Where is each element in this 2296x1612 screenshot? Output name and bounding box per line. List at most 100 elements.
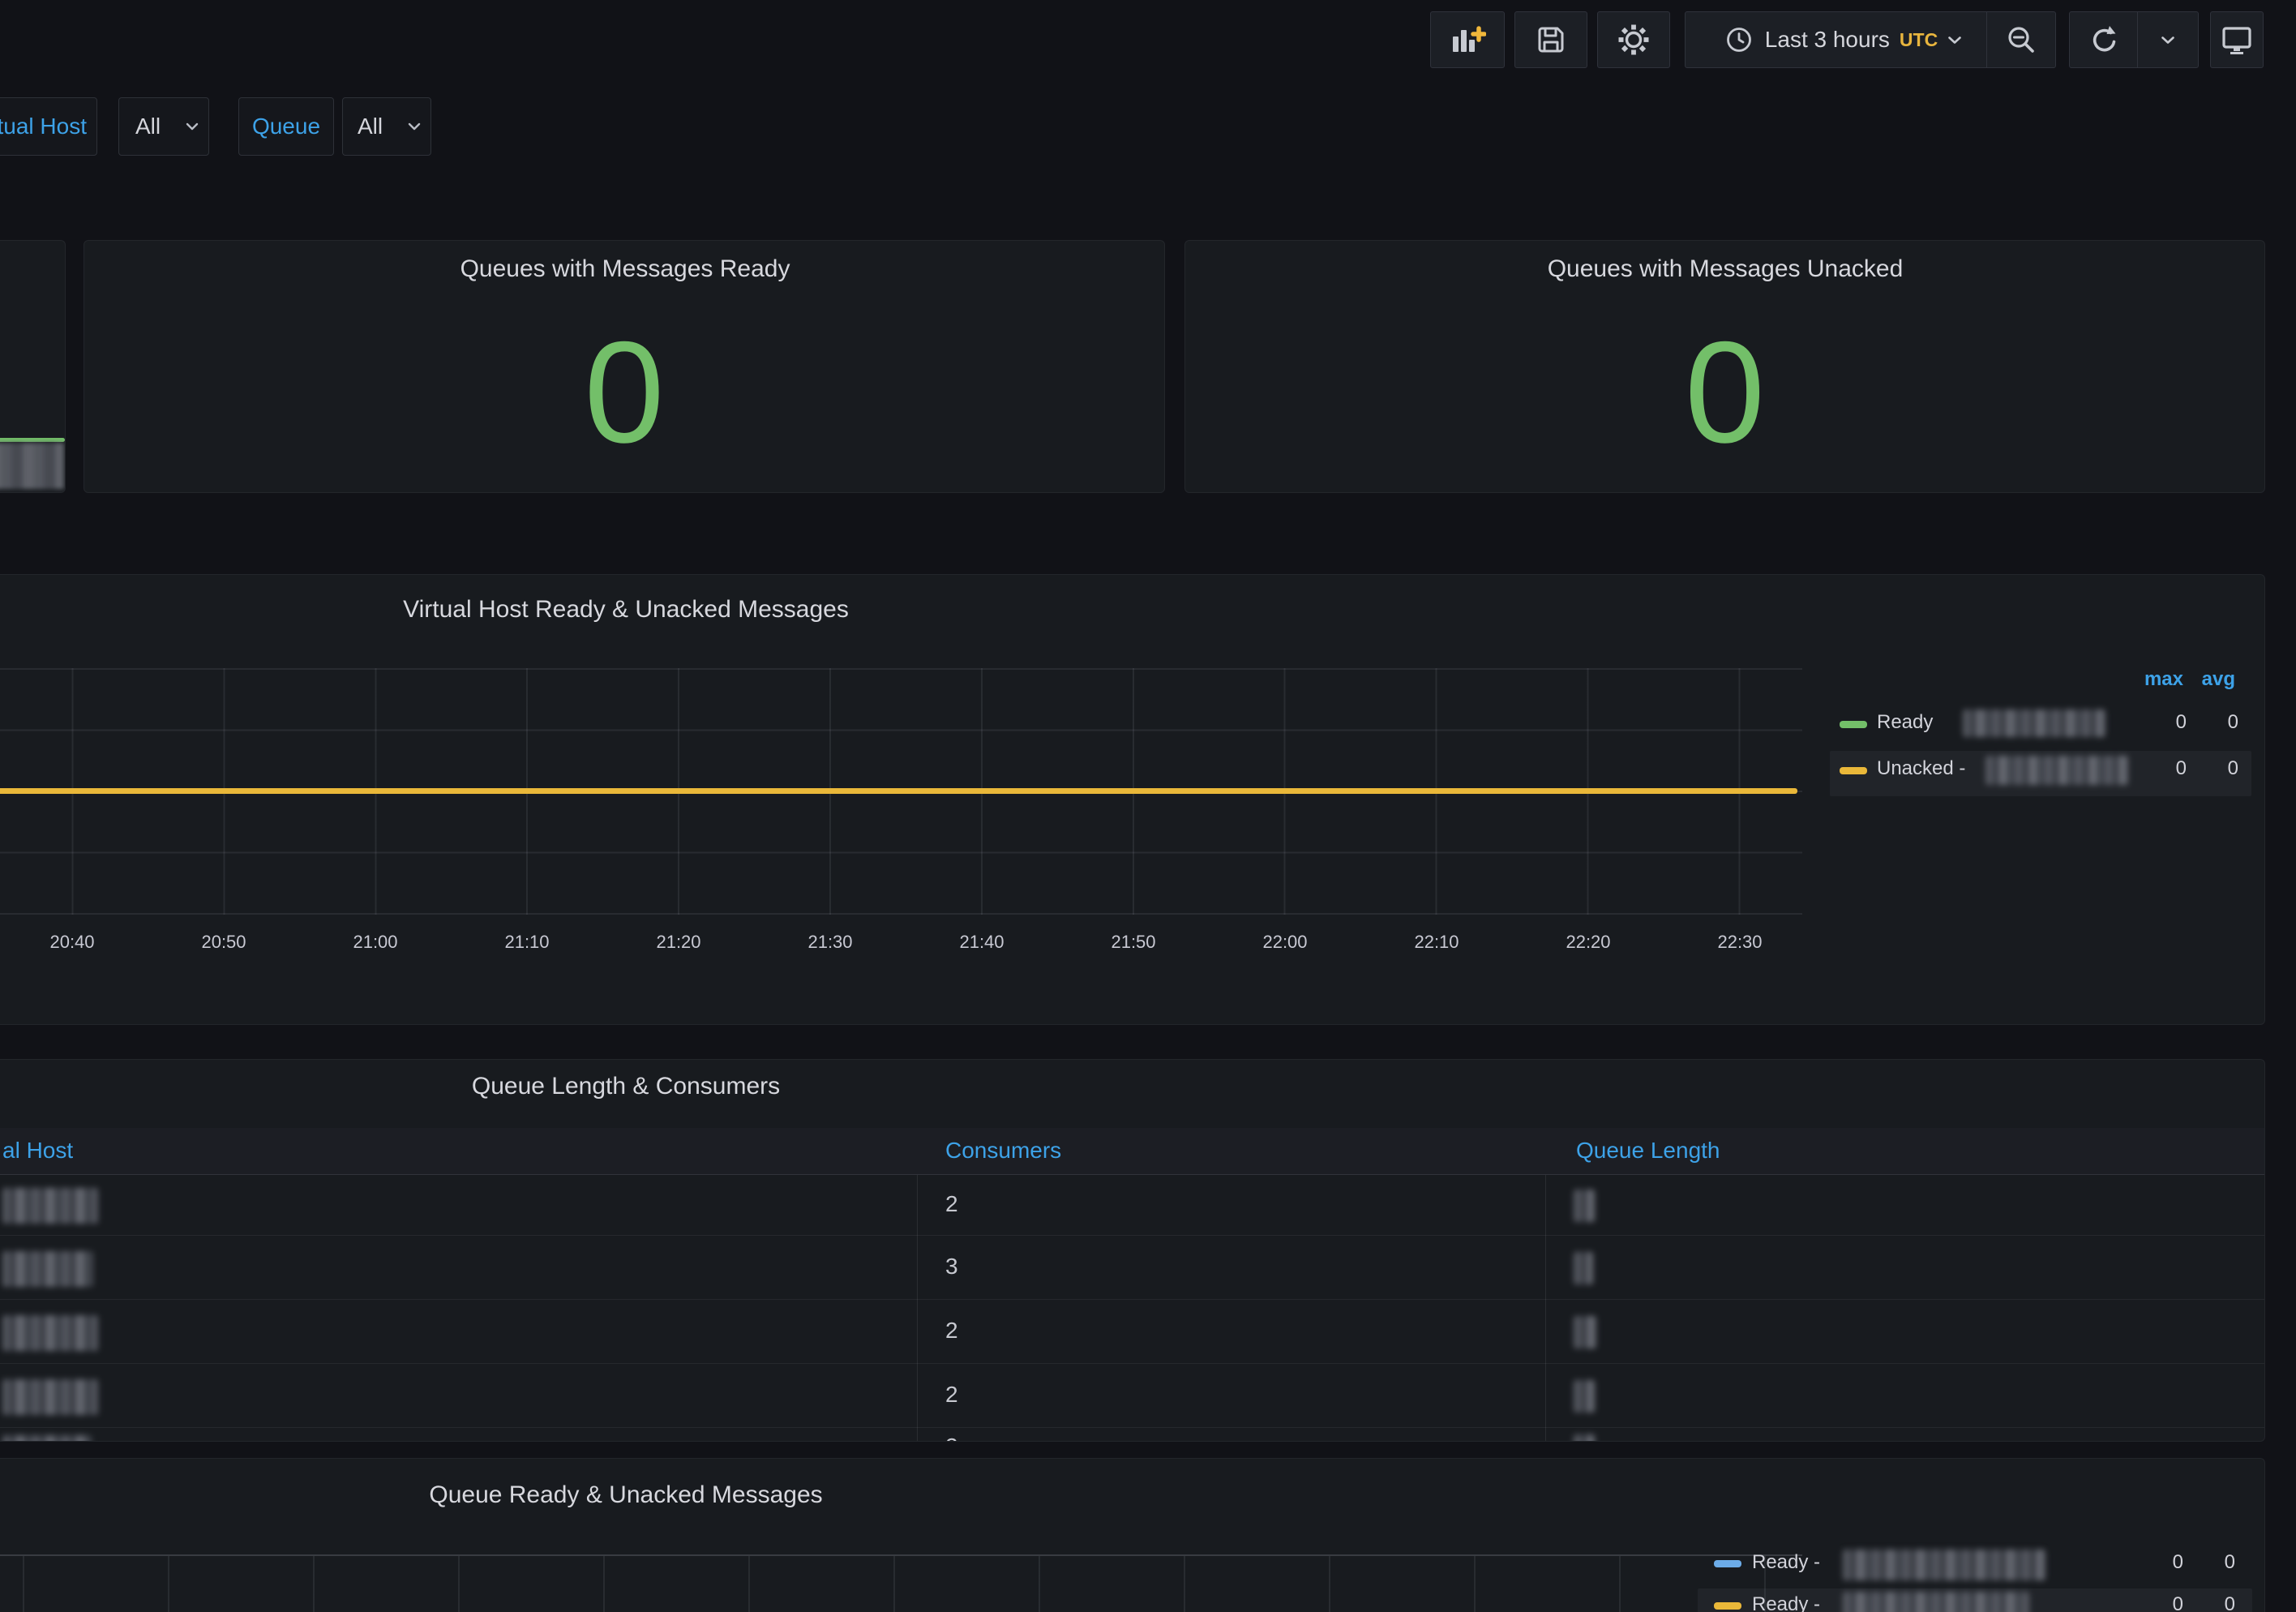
partial-stat-panel	[0, 240, 66, 493]
x-tick: 21:30	[807, 932, 852, 953]
legend-max-header[interactable]: max	[2144, 668, 2183, 691]
panel-title[interactable]: Queues with Messages Unacked	[1548, 255, 1904, 283]
consumers-cell: 2	[945, 1434, 958, 1442]
chevron-down-icon	[1947, 36, 1962, 45]
x-tick: 22:20	[1566, 932, 1610, 953]
legend-avg-header[interactable]: avg	[2202, 668, 2235, 691]
virtual-host-value: All	[135, 114, 161, 139]
virtual-host-variable-select[interactable]: All	[118, 97, 209, 156]
series-color-swatch	[1714, 1560, 1741, 1567]
zoom-out-time-button[interactable]	[1987, 12, 2055, 67]
save-dashboard-button[interactable]	[1514, 11, 1587, 68]
queue-table-panel: Queue Length & Consumers al Host Consume…	[0, 1059, 2265, 1442]
table-header-row: al Host Consumers Queue Length	[0, 1128, 2264, 1175]
cycle-view-mode-button[interactable]	[2210, 11, 2264, 68]
redacted-queue-length-cell	[1574, 1316, 1596, 1348]
redacted-queue-length-cell	[1574, 1434, 1595, 1442]
x-tick: 21:40	[959, 932, 1004, 953]
panel-title[interactable]: Queue Length & Consumers	[472, 1073, 780, 1100]
zoom-out-icon	[2005, 24, 2037, 56]
column-header-virtual-host[interactable]: al Host	[2, 1138, 73, 1164]
time-range-controls: Last 3 hours UTC	[1685, 11, 2056, 68]
queue-label-text: Queue	[252, 114, 320, 139]
legend-series-label[interactable]: Ready	[1877, 711, 1933, 734]
legend-avg-value: 0	[2228, 757, 2238, 780]
panel-title[interactable]: Queue Ready & Unacked Messages	[429, 1481, 822, 1509]
redacted-queue-length-cell	[1574, 1252, 1593, 1284]
redacted-series-name	[1985, 756, 2128, 785]
queue-value: All	[358, 114, 383, 139]
table-row[interactable]: 2	[0, 1301, 2264, 1364]
table-body: 2 3 2 2 2	[0, 1175, 2264, 1442]
table-row[interactable]: 2	[0, 1175, 2264, 1236]
dashboard-settings-button[interactable]	[1597, 11, 1670, 68]
queue-variable-select[interactable]: All	[342, 97, 431, 156]
time-range-picker[interactable]: Last 3 hours UTC	[1686, 12, 1986, 67]
chart-plot-area[interactable]	[0, 1556, 1802, 1612]
column-header-queue-length[interactable]: Queue Length	[1576, 1138, 1720, 1164]
legend-avg-value: 0	[2225, 1593, 2235, 1612]
series-color-swatch	[1840, 721, 1867, 728]
legend-max-value: 0	[2173, 1551, 2183, 1574]
column-header-consumers[interactable]: Consumers	[945, 1138, 1061, 1164]
x-tick: 22:10	[1414, 932, 1459, 953]
refresh-icon	[2087, 23, 2121, 57]
panel-title[interactable]: Queues with Messages Ready	[460, 255, 790, 283]
x-tick: 22:00	[1262, 932, 1307, 953]
x-tick: 20:40	[49, 932, 94, 953]
table-row-partial[interactable]: 2	[0, 1429, 2264, 1442]
chevron-down-icon	[408, 122, 421, 131]
virtual-host-label-text: rtual Host	[0, 114, 87, 139]
table-row[interactable]: 2	[0, 1365, 2264, 1428]
sparkline-green	[0, 438, 65, 442]
queue-chart-panel: Queue Ready & Unacked Messages Ready - 0…	[0, 1458, 2265, 1612]
consumers-cell: 3	[945, 1254, 958, 1280]
add-panel-icon	[1449, 23, 1486, 57]
legend-series-label[interactable]: Ready -	[1752, 1593, 1820, 1612]
vhost-chart-panel: Virtual Host Ready & Unacked Messages 20…	[0, 574, 2265, 1025]
chevron-down-icon	[186, 122, 199, 131]
redacted-virtual-host-cell	[2, 1251, 93, 1287]
stat-value: 0	[1185, 315, 2264, 469]
redacted-series-name	[1843, 1592, 2029, 1612]
stat-panel-messages-unacked: Queues with Messages Unacked 0	[1184, 240, 2265, 493]
redacted-queue-length-cell	[1574, 1190, 1595, 1222]
redacted-virtual-host-cell	[2, 1435, 92, 1442]
legend-avg-value: 0	[2228, 711, 2238, 734]
refresh-button[interactable]	[2070, 12, 2137, 67]
legend-series-label[interactable]: Unacked -	[1877, 757, 1965, 780]
legend-max-value: 0	[2173, 1593, 2183, 1612]
gear-icon	[1616, 22, 1651, 58]
x-tick: 21:10	[504, 932, 549, 953]
time-range-label: Last 3 hours	[1765, 27, 1890, 53]
redacted-virtual-host-cell	[2, 1188, 98, 1224]
x-tick: 20:50	[201, 932, 246, 953]
timezone-label: UTC	[1900, 29, 1938, 51]
chart-legend: max avg Ready 0 0 Unacked - 0 0	[1825, 668, 2255, 879]
chart-legend: Ready - 0 0 Ready - 0 0	[1691, 1546, 2255, 1612]
redacted-series-name	[1843, 1550, 2045, 1580]
refresh-interval-dropdown[interactable]	[2138, 12, 2198, 67]
unacked-series-line	[0, 788, 1797, 794]
consumers-cell: 2	[945, 1382, 958, 1408]
panel-title[interactable]: Virtual Host Ready & Unacked Messages	[403, 596, 849, 624]
refresh-controls	[2069, 11, 2199, 68]
legend-avg-value: 0	[2225, 1551, 2235, 1574]
consumers-cell: 2	[945, 1191, 958, 1217]
monitor-icon	[2220, 24, 2254, 56]
redacted-series-name	[1963, 710, 2105, 737]
x-tick: 21:20	[656, 932, 700, 953]
add-panel-button[interactable]	[1430, 11, 1505, 68]
chevron-down-icon	[2161, 36, 2175, 45]
queue-variable-label: Queue	[238, 97, 334, 156]
redacted-sparkline-area	[0, 443, 64, 489]
consumers-cell: 2	[945, 1318, 958, 1344]
series-color-swatch	[1840, 767, 1867, 774]
legend-series-label[interactable]: Ready -	[1752, 1551, 1820, 1574]
stat-value: 0	[84, 315, 1164, 469]
x-tick: 22:30	[1717, 932, 1762, 953]
x-tick: 21:00	[353, 932, 397, 953]
series-color-swatch	[1714, 1602, 1741, 1610]
x-tick: 21:50	[1111, 932, 1155, 953]
table-row[interactable]: 3	[0, 1237, 2264, 1300]
